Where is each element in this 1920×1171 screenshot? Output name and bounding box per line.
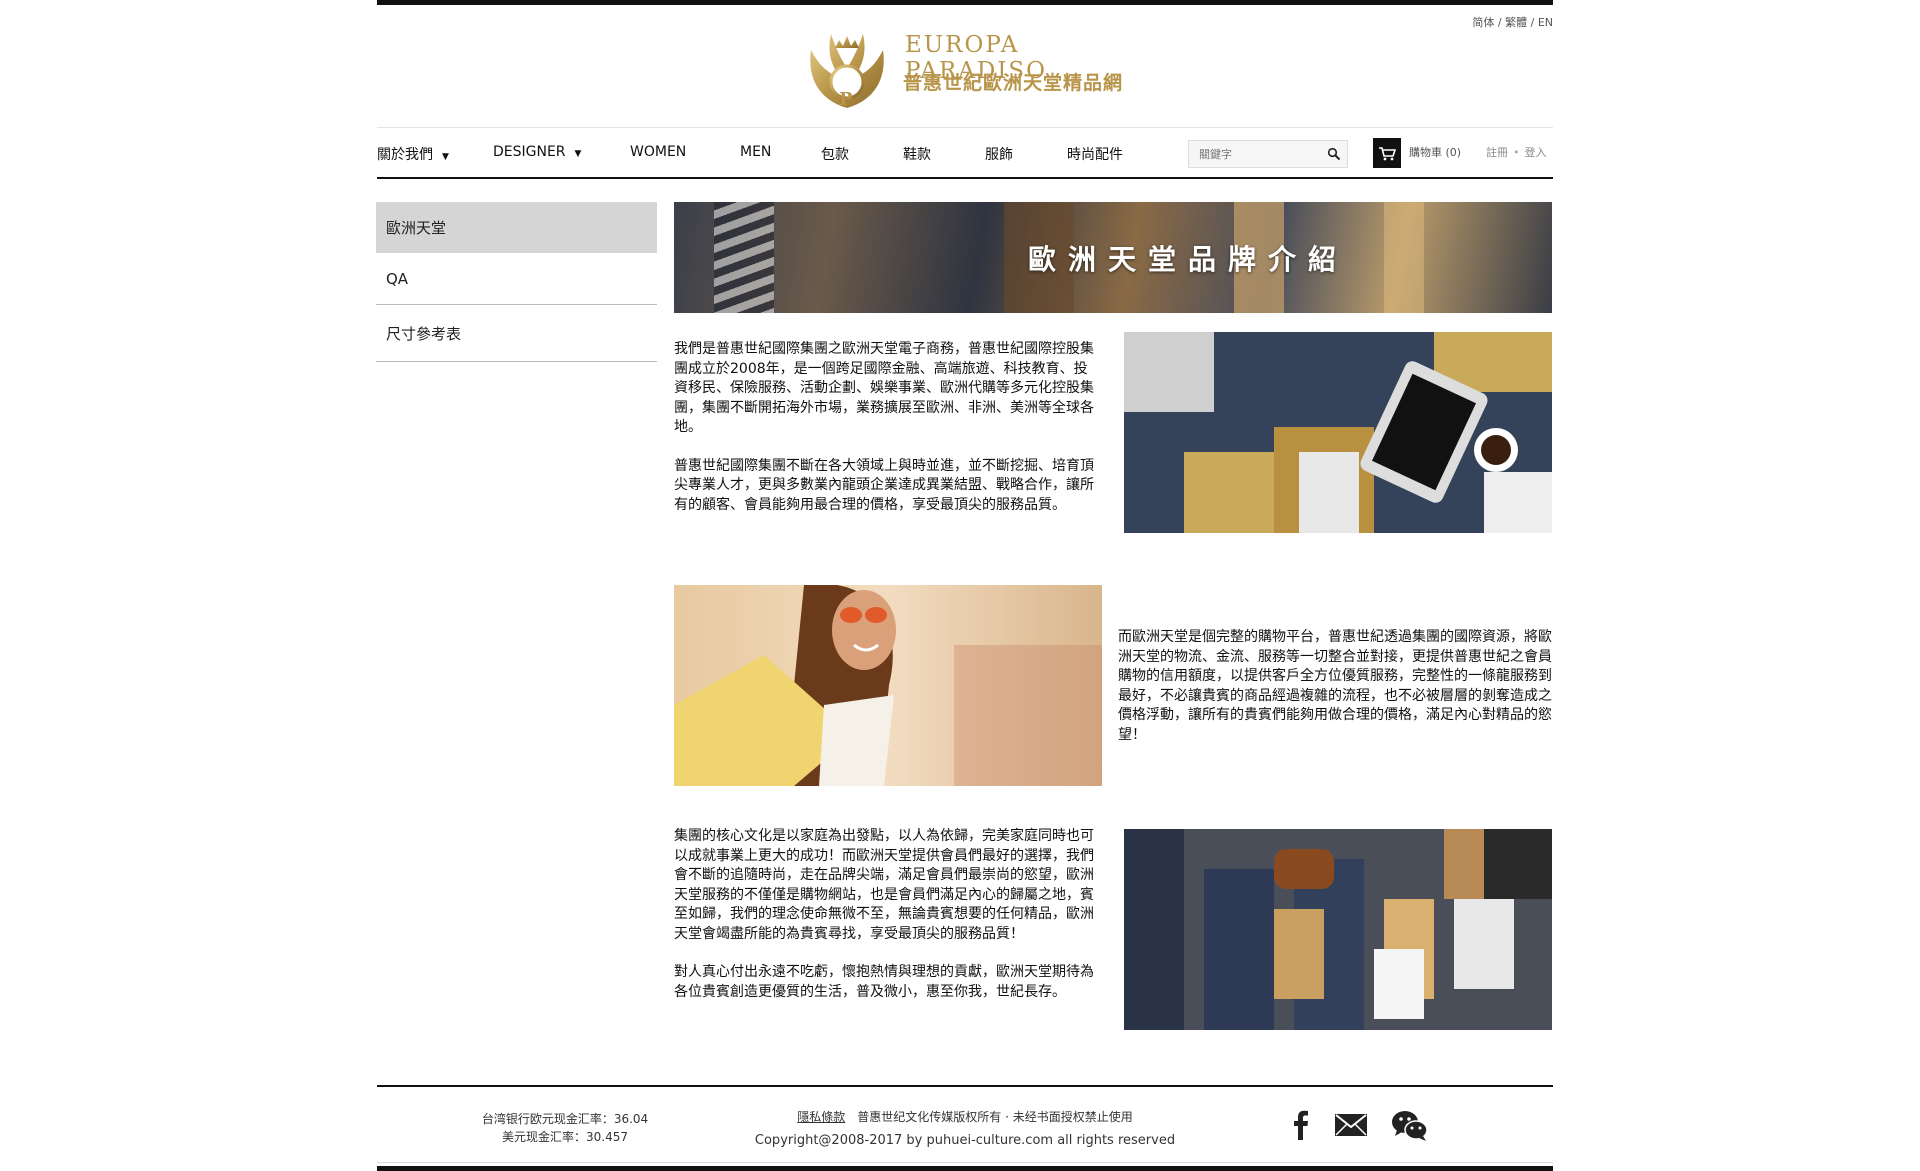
auth-links: 註冊 • 登入 xyxy=(1486,144,1547,160)
sidebar-item-europa-paradise[interactable]: 歐洲天堂 xyxy=(376,202,657,253)
nav-designer-label: DESIGNER xyxy=(493,144,566,160)
register-link[interactable]: 註冊 xyxy=(1486,146,1508,159)
paragraph: 集團的核心文化是以家庭為出發點，以人為依歸，完美家庭同時也可以成就事業上更大的成… xyxy=(674,828,1094,942)
footer-divider-light xyxy=(377,1162,1553,1163)
sidebar-item-qa[interactable]: QA xyxy=(376,253,657,305)
footer-legal: 隱私條款 普惠世纪文化传媒版权所有 · 未经书面授权禁止使用 Copyright@… xyxy=(730,1108,1200,1148)
photo-shopping-bags xyxy=(1124,829,1552,1030)
nav-apparel[interactable]: 服飾 xyxy=(985,144,1013,164)
lang-simplified[interactable]: 简体 xyxy=(1472,16,1494,29)
language-switcher: 简体 / 繁體 / EN xyxy=(1472,16,1553,29)
rate-eur: 台湾银行欧元现金汇率：36.04 xyxy=(481,1112,649,1126)
search-box xyxy=(1188,140,1348,168)
cart-icon xyxy=(1379,147,1397,161)
nav-about-us-label: 關於我們 xyxy=(377,147,433,163)
paragraph: 普惠世紀國際集團不斷在各大領域上與時並進，並不斷挖掘、培育頂尖專業人才，更與多數… xyxy=(674,457,1094,513)
wechat-icon[interactable] xyxy=(1392,1110,1428,1142)
sidebar-item-size-chart[interactable]: 尺寸參考表 xyxy=(376,305,657,362)
intro-text-block-2: 而歐洲天堂是個完整的購物平台，普惠世紀透過集團的國際資源，將歐洲天堂的物流、金流… xyxy=(1118,628,1554,745)
rate-usd: 美元现金汇率：30.457 xyxy=(502,1130,628,1144)
mail-icon[interactable] xyxy=(1335,1114,1367,1136)
brand-logo[interactable]: P EUROPA PARADISO 普惠世紀歐洲天堂精品網 xyxy=(801,20,1131,112)
cart-label[interactable]: 購物車 (0) xyxy=(1409,144,1461,160)
hero-title: 歐洲天堂品牌介紹 xyxy=(1027,243,1348,276)
exchange-rates: 台湾银行欧元现金汇率：36.04 美元现金汇率：30.457 xyxy=(420,1110,710,1146)
caret-down-icon: ▼ xyxy=(442,152,449,162)
top-bar xyxy=(377,0,1553,5)
nav-shoes[interactable]: 鞋款 xyxy=(903,144,931,164)
paragraph: 我們是普惠世紀國際集團之歐洲天堂電子商務，普惠世紀國際控股集團成立於2008年，… xyxy=(674,341,1094,435)
paragraph: 而歐洲天堂是個完整的購物平台，普惠世紀透過集團的國際資源，將歐洲天堂的物流、金流… xyxy=(1118,629,1552,743)
intro-text-block-3: 集團的核心文化是以家庭為出發點，以人為依歸，完美家庭同時也可以成就事業上更大的成… xyxy=(674,827,1094,1002)
bottom-bar xyxy=(377,1166,1553,1171)
copyright-text: Copyright@2008-2017 by puhuei-culture.co… xyxy=(754,1133,1176,1148)
facebook-icon[interactable] xyxy=(1290,1108,1310,1140)
rights-text: 普惠世纪文化传媒版权所有 · 未经书面授权禁止使用 xyxy=(857,1110,1133,1124)
nav-women[interactable]: WOMEN xyxy=(630,144,686,160)
nav-about-us[interactable]: 關於我們 ▼ xyxy=(377,144,449,164)
footer-divider xyxy=(377,1085,1553,1087)
nav-accessories[interactable]: 時尚配件 xyxy=(1067,144,1123,164)
separator-dot: • xyxy=(1513,146,1520,159)
lang-english[interactable]: EN xyxy=(1538,16,1553,29)
login-link[interactable]: 登入 xyxy=(1525,146,1547,159)
photo-woman-shopping xyxy=(674,585,1102,786)
gifts-tablet-image xyxy=(1124,332,1552,533)
lang-traditional[interactable]: 繁體 xyxy=(1505,16,1527,29)
main-nav: 關於我們 ▼ DESIGNER ▼ WOMEN MEN 包款 鞋款 服飾 時尚配件 … xyxy=(377,127,1553,179)
intro-text-block-1: 我們是普惠世紀國際集團之歐洲天堂電子商務，普惠世紀國際控股集團成立於2008年，… xyxy=(674,340,1094,515)
nav-bags[interactable]: 包款 xyxy=(821,144,849,164)
search-icon[interactable] xyxy=(1327,147,1341,161)
cart-button[interactable] xyxy=(1373,138,1401,168)
brand-name-zh: 普惠世紀歐洲天堂精品網 xyxy=(903,72,1124,94)
search-input[interactable] xyxy=(1189,141,1317,167)
logo-emblem-letter: P xyxy=(839,89,853,110)
shopping-bags-image xyxy=(1124,829,1552,1030)
hero-banner: 歐洲天堂品牌介紹 xyxy=(674,202,1552,313)
paragraph: 對人真心付出永遠不吃虧，懷抱熱情與理想的貢獻，歐洲天堂期待為各位貴賓創造更優質的… xyxy=(674,964,1094,1000)
woman-shopping-image xyxy=(674,585,1102,786)
nav-designer[interactable]: DESIGNER ▼ xyxy=(493,144,581,160)
photo-gifts-tablet xyxy=(1124,332,1552,533)
caret-down-icon: ▼ xyxy=(574,149,582,159)
sidebar: 歐洲天堂 QA 尺寸參考表 xyxy=(376,202,657,362)
nav-men[interactable]: MEN xyxy=(740,144,771,160)
privacy-link[interactable]: 隱私條款 xyxy=(797,1110,845,1124)
